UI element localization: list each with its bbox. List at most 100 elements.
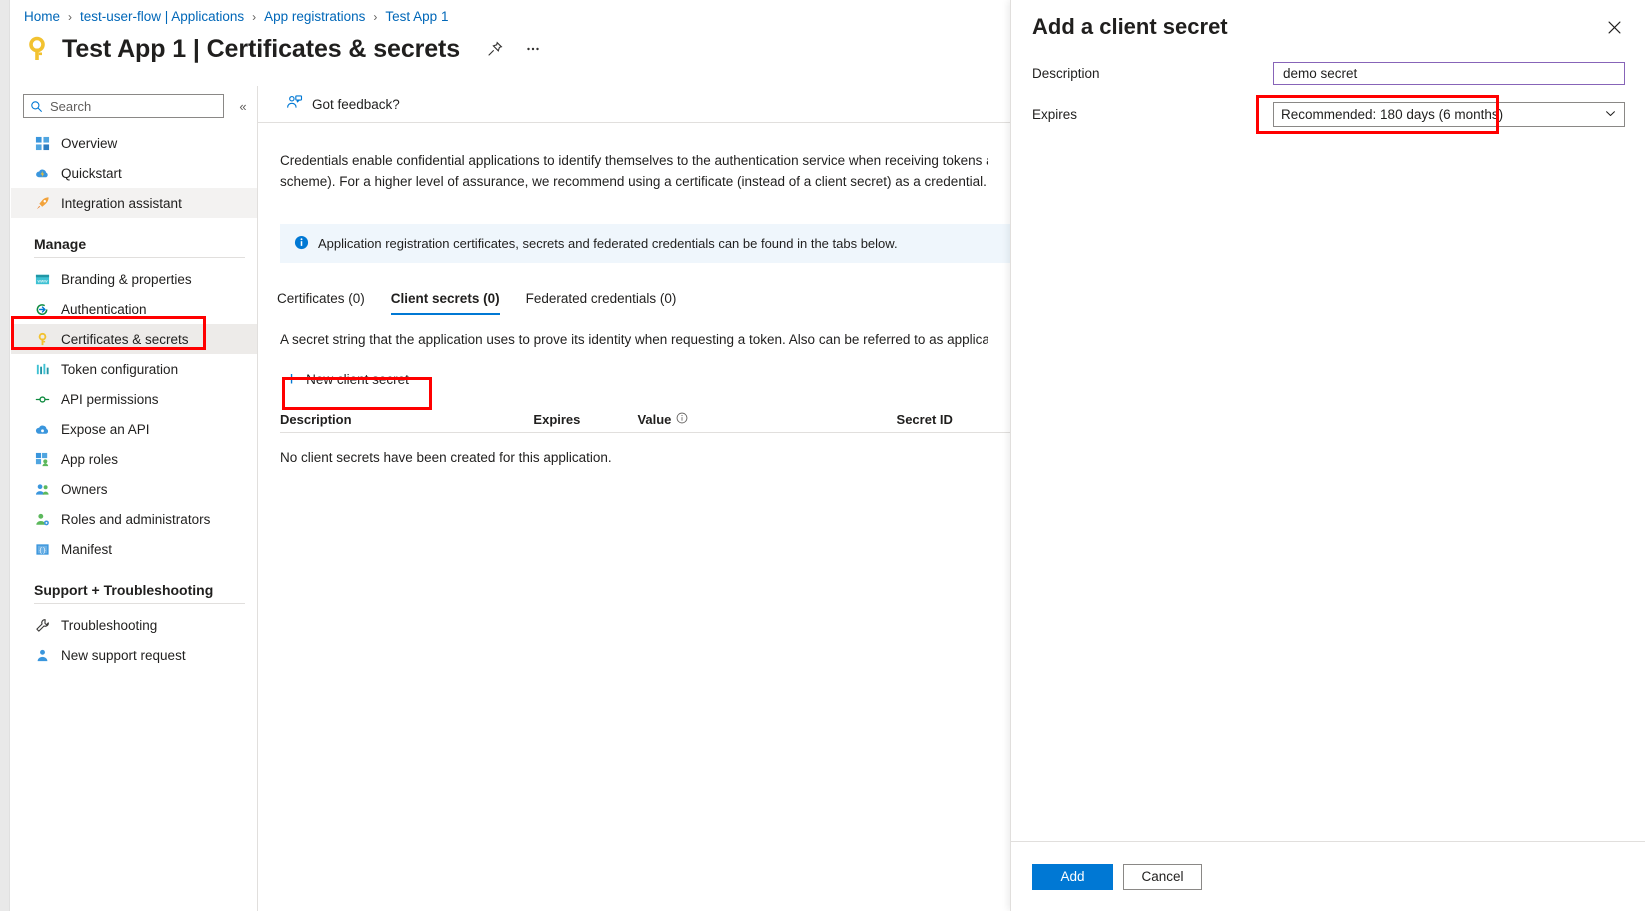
sidebar-item-quickstart[interactable]: Quickstart bbox=[11, 158, 257, 188]
tab-client-secrets[interactable]: Client secrets (0) bbox=[378, 285, 513, 315]
panel-header: Add a client secret bbox=[1011, 0, 1645, 40]
expires-select-wrap: Recommended: 180 days (6 months) bbox=[1273, 102, 1625, 127]
breadcrumb-item-home[interactable]: Home bbox=[24, 9, 60, 24]
column-header-description[interactable]: Description bbox=[280, 412, 533, 427]
sidebar-item-token-configuration[interactable]: Token configuration bbox=[11, 354, 257, 384]
got-feedback-button[interactable]: Got feedback? bbox=[280, 90, 406, 118]
sidebar-item-label: Certificates & secrets bbox=[61, 331, 189, 347]
sidebar-item-authentication[interactable]: Authentication bbox=[11, 294, 257, 324]
info-icon bbox=[294, 235, 309, 253]
close-icon[interactable] bbox=[1601, 14, 1627, 40]
arrow-in-icon bbox=[34, 301, 50, 317]
person-gear-icon bbox=[34, 511, 50, 527]
sidebar-item-overview[interactable]: Overview bbox=[11, 128, 257, 158]
sidebar-item-label: Roles and administrators bbox=[61, 511, 211, 527]
sidebar-item-label: Integration assistant bbox=[61, 195, 182, 211]
rocket-icon bbox=[34, 195, 50, 211]
table-header-row: Description Expires Value Secret ID bbox=[280, 407, 1010, 433]
sidebar-item-manifest[interactable]: {} Manifest bbox=[11, 534, 257, 564]
description-input[interactable] bbox=[1281, 65, 1617, 82]
cancel-button[interactable]: Cancel bbox=[1123, 863, 1202, 890]
description-field-row: Description bbox=[1032, 62, 1625, 85]
new-client-secret-wrap: + New client secret bbox=[280, 365, 430, 393]
sidebar-item-label: Owners bbox=[61, 481, 108, 497]
column-header-expires[interactable]: Expires bbox=[533, 412, 637, 427]
main-toolbar: Got feedback? bbox=[258, 86, 1010, 123]
column-header-value-label: Value bbox=[637, 412, 672, 427]
sidebar-item-api-permissions[interactable]: API permissions bbox=[11, 384, 257, 414]
sidebar: « Overview Quickst bbox=[11, 86, 258, 911]
credentials-description-line2: scheme). For a higher level of assurance… bbox=[280, 174, 987, 189]
expires-selected-value: Recommended: 180 days (6 months) bbox=[1281, 107, 1504, 122]
left-rail bbox=[0, 0, 10, 911]
sidebar-item-new-support-request[interactable]: New support request bbox=[11, 640, 257, 670]
sidebar-item-label: Authentication bbox=[61, 301, 147, 317]
ellipsis-icon[interactable] bbox=[520, 36, 546, 62]
search-input[interactable] bbox=[48, 97, 217, 115]
pin-icon[interactable] bbox=[482, 36, 508, 62]
expires-field-row: Expires Recommended: 180 days (6 months) bbox=[1032, 102, 1625, 127]
credentials-description: Credentials enable confidential applicat… bbox=[280, 150, 988, 192]
column-header-secret-id[interactable]: Secret ID bbox=[897, 412, 1010, 427]
sidebar-item-roles-and-administrators[interactable]: Roles and administrators bbox=[11, 504, 257, 534]
sidebar-item-label: Token configuration bbox=[61, 361, 179, 377]
page-title: Test App 1 | Certificates & secrets bbox=[62, 34, 461, 63]
sidebar-item-label: Expose an API bbox=[61, 421, 150, 437]
feedback-person-icon bbox=[286, 94, 303, 114]
add-button[interactable]: Add bbox=[1032, 863, 1113, 890]
sidebar-item-label: API permissions bbox=[61, 391, 159, 407]
sidebar-group-manage: Manage bbox=[34, 236, 87, 252]
sidebar-item-expose-an-api[interactable]: Expose an API bbox=[11, 414, 257, 444]
grid-icon bbox=[34, 135, 50, 151]
description-label: Description bbox=[1032, 66, 1100, 81]
add-client-secret-panel: Add a client secret Description Expires … bbox=[1010, 0, 1645, 911]
new-client-secret-button[interactable]: + New client secret bbox=[280, 365, 419, 393]
tab-federated-credentials[interactable]: Federated credentials (0) bbox=[513, 285, 690, 315]
sidebar-item-label: New support request bbox=[61, 647, 186, 663]
key-icon bbox=[22, 34, 52, 64]
sidebar-item-integration-assistant[interactable]: Integration assistant bbox=[11, 188, 257, 218]
sidebar-nav-top: Overview Quickstart Integration assistan… bbox=[11, 128, 257, 218]
tab-certificates[interactable]: Certificates (0) bbox=[264, 285, 378, 315]
sidebar-item-owners[interactable]: Owners bbox=[11, 474, 257, 504]
sidebar-divider bbox=[34, 603, 245, 604]
sidebar-search-row: « bbox=[23, 94, 257, 118]
key-icon bbox=[34, 331, 50, 347]
sidebar-item-branding-properties[interactable]: www Branding & properties bbox=[11, 264, 257, 294]
sidebar-nav-support: Troubleshooting New support request bbox=[11, 610, 257, 670]
people-icon bbox=[34, 481, 50, 497]
column-header-value[interactable]: Value bbox=[637, 412, 896, 427]
breadcrumb-item-test-app-1[interactable]: Test App 1 bbox=[385, 9, 448, 24]
client-secrets-description: A secret string that the application use… bbox=[280, 332, 988, 347]
breadcrumb-item-applications[interactable]: test-user-flow | Applications bbox=[80, 9, 244, 24]
sidebar-item-troubleshooting[interactable]: Troubleshooting bbox=[11, 610, 257, 640]
description-field[interactable] bbox=[1273, 62, 1625, 85]
search-box[interactable] bbox=[23, 94, 224, 118]
info-banner-message: Application registration certificates, s… bbox=[318, 236, 898, 251]
info-circle-icon[interactable] bbox=[676, 412, 688, 427]
svg-text:{}: {} bbox=[38, 546, 45, 553]
credential-tabs: Certificates (0) Client secrets (0) Fede… bbox=[264, 285, 1010, 315]
table-empty-message: No client secrets have been created for … bbox=[280, 450, 612, 465]
page-title-row: Test App 1 | Certificates & secrets bbox=[22, 34, 546, 64]
expires-label: Expires bbox=[1032, 107, 1078, 122]
sidebar-item-certificates-secrets[interactable]: Certificates & secrets bbox=[11, 324, 257, 354]
sidebar-nav-manage: www Branding & properties Authentication bbox=[11, 264, 257, 564]
info-banner: Application registration certificates, s… bbox=[280, 224, 1010, 263]
sidebar-item-label: Manifest bbox=[61, 541, 113, 557]
expires-select[interactable]: Recommended: 180 days (6 months) bbox=[1273, 102, 1625, 127]
breadcrumb-item-app-registrations[interactable]: App registrations bbox=[264, 9, 365, 24]
panel-title: Add a client secret bbox=[1032, 14, 1228, 39]
sidebar-item-label: Quickstart bbox=[61, 165, 122, 181]
sidebar-group-support: Support + Troubleshooting bbox=[34, 582, 214, 598]
sidebar-divider bbox=[34, 257, 245, 258]
panel-footer: Add Cancel bbox=[1011, 841, 1645, 911]
new-client-secret-label: New client secret bbox=[306, 371, 409, 387]
sidebar-item-app-roles[interactable]: App roles bbox=[11, 444, 257, 474]
svg-text:www: www bbox=[37, 278, 48, 283]
credentials-description-line1: Credentials enable confidential applicat… bbox=[280, 153, 988, 168]
chevron-down-icon bbox=[1604, 107, 1617, 123]
panel-body: Description Expires Recommended: 180 day… bbox=[1011, 40, 1645, 127]
chevron-double-left-icon[interactable]: « bbox=[232, 95, 254, 117]
sidebar-item-label: App roles bbox=[61, 451, 119, 467]
